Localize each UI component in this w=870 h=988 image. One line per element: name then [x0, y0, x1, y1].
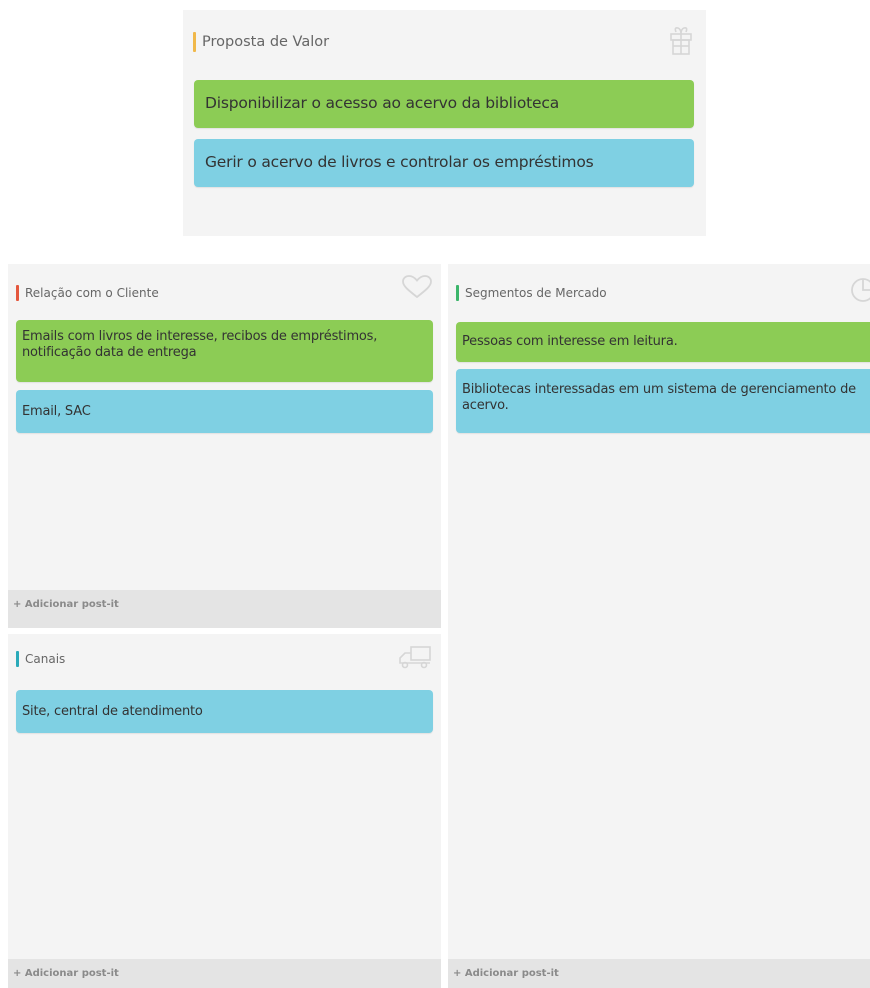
accent-bar: [193, 32, 196, 52]
post-it-note[interactable]: Emails com livros de interesse, recibos …: [16, 320, 433, 382]
panel-header: Canais: [16, 651, 65, 667]
add-post-it-button[interactable]: + Adicionar post-it: [448, 959, 870, 988]
segmentos-de-mercado-panel: Segmentos de Mercado Pessoas com interes…: [448, 264, 870, 988]
canais-panel: Canais Site, central de atendimento + Ad…: [8, 634, 441, 988]
post-it-note[interactable]: Pessoas com interesse em leitura.: [456, 322, 870, 362]
gift-icon: [668, 26, 694, 60]
panel-header: Relação com o Cliente: [16, 285, 159, 301]
relacao-com-o-cliente-panel: Relação com o Cliente Emails com livros …: [8, 264, 441, 628]
add-post-it-button[interactable]: + Adicionar post-it: [8, 590, 441, 628]
accent-bar: [456, 285, 459, 301]
add-post-it-button[interactable]: + Adicionar post-it: [8, 959, 441, 988]
post-it-note[interactable]: Email, SAC: [16, 390, 433, 433]
truck-icon: [397, 644, 433, 674]
panel-title: Relação com o Cliente: [25, 286, 159, 300]
proposta-de-valor-panel: Proposta de Valor Disponibilizar o acess…: [183, 10, 706, 236]
panel-title: Segmentos de Mercado: [465, 286, 607, 300]
post-it-note[interactable]: Gerir o acervo de livros e controlar os …: [194, 139, 694, 187]
accent-bar: [16, 285, 19, 301]
accent-bar: [16, 651, 19, 667]
panel-title: Canais: [25, 652, 66, 666]
heart-icon: [400, 274, 434, 304]
post-it-note[interactable]: Bibliotecas interessadas em um sistema d…: [456, 369, 870, 433]
pie-chart-icon: [848, 276, 870, 308]
post-it-note[interactable]: Disponibilizar o acesso ao acervo da bib…: [194, 80, 694, 128]
post-it-note[interactable]: Site, central de atendimento: [16, 690, 433, 733]
panel-header: Proposta de Valor: [193, 32, 329, 52]
panel-header: Segmentos de Mercado: [456, 285, 607, 301]
panel-title: Proposta de Valor: [202, 34, 330, 50]
